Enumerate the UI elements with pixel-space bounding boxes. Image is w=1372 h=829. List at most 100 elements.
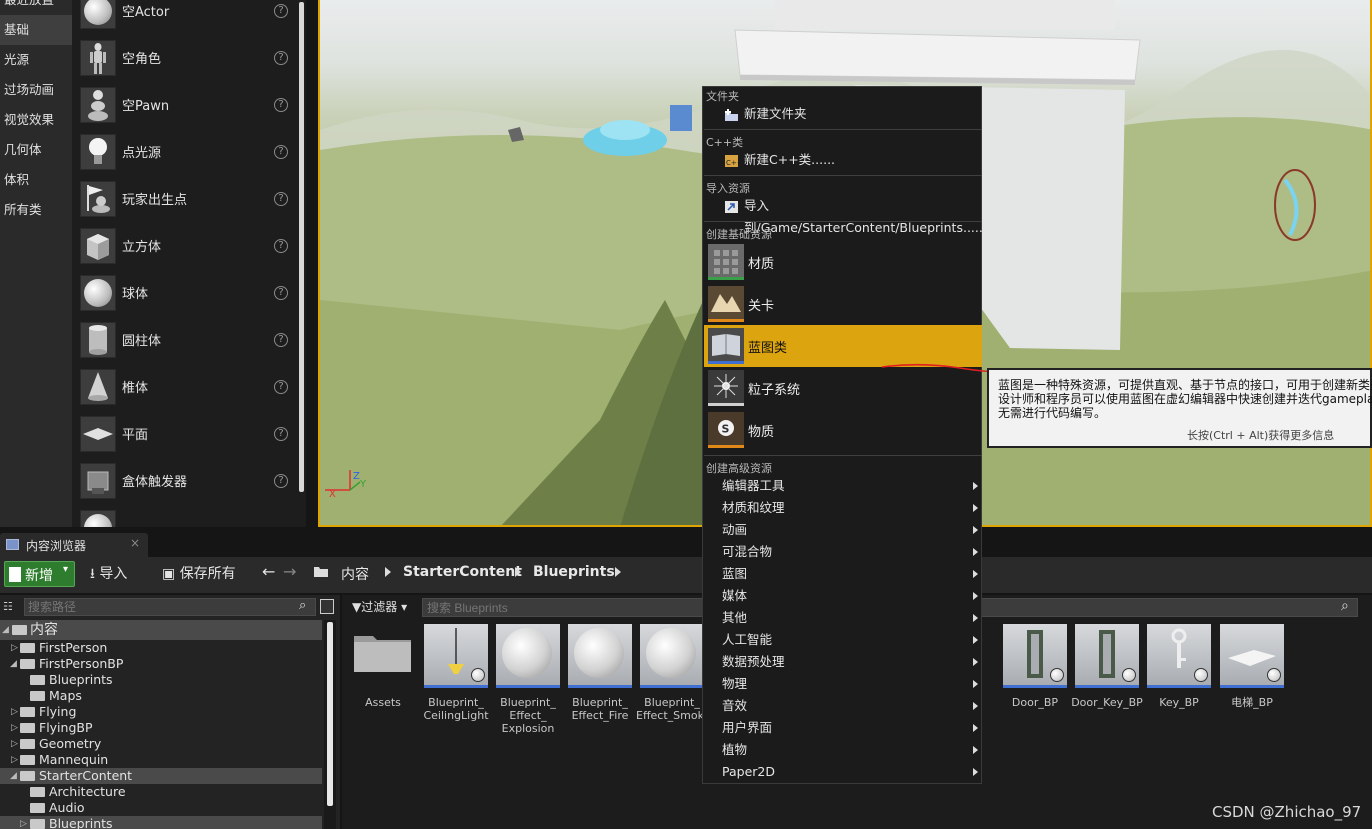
submenu-media[interactable]: 媒体 <box>704 585 982 607</box>
submenu-user-interface[interactable]: 用户界面 <box>704 717 982 739</box>
actor-item-cube[interactable]: 立方体 ? <box>72 223 294 270</box>
actor-item-sphere[interactable]: 球体 ? <box>72 270 294 317</box>
search-icon[interactable]: ⌕ <box>1341 598 1349 614</box>
filter-button[interactable]: ▼过滤器 ▾ <box>352 598 407 615</box>
back-button[interactable]: ← <box>262 562 275 584</box>
help-icon[interactable]: ? <box>274 427 288 441</box>
help-icon[interactable]: ? <box>274 192 288 206</box>
asset-tile[interactable]: Blueprint_ Effect_ Explosion <box>496 624 560 735</box>
submenu-blueprints[interactable]: 蓝图 <box>704 563 982 585</box>
import-button[interactable]: ⭳ 导入 <box>90 563 127 585</box>
asset-tile[interactable]: 电梯_BP <box>1220 624 1284 709</box>
panel-separator[interactable] <box>306 0 318 527</box>
help-icon[interactable]: ? <box>274 474 288 488</box>
actor-item-plane[interactable]: 平面 ? <box>72 411 294 458</box>
actor-item-player-start[interactable]: 玩家出生点 ? <box>72 176 294 223</box>
category-geometry[interactable]: 几何体 <box>0 135 72 165</box>
tree-item-flying[interactable]: ▷ Flying <box>0 704 322 720</box>
actor-item-box-trigger[interactable]: 盒体触发器 ? <box>72 458 294 505</box>
tree-item-audio[interactable]: Audio <box>0 800 322 816</box>
asset-tile[interactable]: Blueprint_ CeilingLight <box>423 624 489 722</box>
actor-item-empty-actor[interactable]: 空Actor ? <box>72 0 294 35</box>
tree-scrollbar[interactable] <box>324 620 336 829</box>
submenu-materials-textures[interactable]: 材质和纹理 <box>704 497 982 519</box>
collapsed-arrow-icon[interactable]: ▷ <box>11 704 18 720</box>
submenu-ai[interactable]: 人工智能 <box>704 629 982 651</box>
search-icon[interactable]: ⌕ <box>299 598 306 613</box>
tree-item-maps[interactable]: Maps <box>0 688 322 704</box>
help-icon[interactable]: ? <box>274 145 288 159</box>
help-icon[interactable]: ? <box>274 51 288 65</box>
add-new-button[interactable]: 新增 ▾ <box>4 561 75 587</box>
help-icon[interactable]: ? <box>274 333 288 347</box>
actor-item-cylinder[interactable]: 圆柱体 ? <box>72 317 294 364</box>
submenu-editor-utilities[interactable]: 编辑器工具 <box>704 475 982 497</box>
help-icon[interactable]: ? <box>274 4 288 18</box>
menu-item-import-to[interactable]: 导入到/Game/StarterContent/Blueprints...... <box>704 195 987 235</box>
collapsed-arrow-icon[interactable]: ▷ <box>11 736 18 752</box>
tree-item-architecture[interactable]: Architecture <box>0 784 322 800</box>
category-volumes[interactable]: 体积 <box>0 165 72 195</box>
expanded-arrow-icon[interactable]: ◢ <box>10 656 17 672</box>
expanded-arrow-icon[interactable]: ◢ <box>2 620 9 640</box>
breadcrumb-blueprints[interactable]: Blueprints <box>533 564 615 580</box>
menu-item-new-folder[interactable]: 新建文件夹 <box>704 103 982 125</box>
tab-content-browser[interactable]: 内容浏览器 × <box>0 533 148 557</box>
actor-list-scrollbar[interactable] <box>298 0 306 527</box>
tree-item-content[interactable]: ◢ 内容 <box>0 620 322 640</box>
actor-item-cone[interactable]: 椎体 ? <box>72 364 294 411</box>
tree-item-firstperson[interactable]: ▷ FirstPerson <box>0 640 322 656</box>
category-cinematic[interactable]: 过场动画 <box>0 75 72 105</box>
tree-item-mannequin[interactable]: ▷ Mannequin <box>0 752 322 768</box>
close-icon[interactable]: × <box>130 536 140 550</box>
help-icon[interactable]: ? <box>274 380 288 394</box>
breadcrumb-content[interactable]: 内容 <box>341 564 369 584</box>
asset-tile[interactable]: Key_BP <box>1147 624 1211 709</box>
view-options-icon[interactable] <box>320 599 334 614</box>
help-icon[interactable]: ? <box>274 239 288 253</box>
category-recent[interactable]: 最近放置 <box>0 0 72 15</box>
breadcrumb-startercontent[interactable]: StarterContent <box>403 564 522 580</box>
breadcrumb-arrow-icon[interactable] <box>515 567 521 577</box>
submenu-animation[interactable]: 动画 <box>704 519 982 541</box>
collapsed-arrow-icon[interactable]: ▷ <box>11 752 18 768</box>
actor-item-empty-pawn[interactable]: 空Pawn ? <box>72 82 294 129</box>
collapsed-arrow-icon[interactable]: ▷ <box>20 816 27 829</box>
asset-tile[interactable]: Door_BP <box>1003 624 1067 709</box>
actor-item-partial[interactable] <box>72 505 294 527</box>
menu-item-material[interactable]: 材质 <box>704 241 982 283</box>
tree-item-geometry[interactable]: ▷ Geometry <box>0 736 322 752</box>
collapsed-arrow-icon[interactable]: ▷ <box>11 720 18 736</box>
submenu-physics[interactable]: 物理 <box>704 673 982 695</box>
actor-item-empty-character[interactable]: 空角色 ? <box>72 35 294 82</box>
expanded-arrow-icon[interactable]: ◢ <box>10 768 17 784</box>
help-icon[interactable]: ? <box>274 286 288 300</box>
submenu-foliage[interactable]: 植物 <box>704 739 982 761</box>
category-lights[interactable]: 光源 <box>0 45 72 75</box>
submenu-sounds[interactable]: 音效 <box>704 695 982 717</box>
asset-tile[interactable]: Door_Key_BP <box>1071 624 1143 709</box>
submenu-paper2d[interactable]: Paper2D <box>704 761 982 783</box>
sources-toggle-icon[interactable]: ☷ <box>3 600 13 613</box>
save-all-button[interactable]: ▣ 保存所有 <box>162 563 236 585</box>
breadcrumb-arrow-icon[interactable] <box>615 567 621 577</box>
breadcrumb-arrow-icon[interactable] <box>385 567 391 577</box>
actor-item-point-light[interactable]: 点光源 ? <box>72 129 294 176</box>
asset-tile[interactable]: Blueprint_ Effect_Smoke <box>636 624 710 722</box>
category-basic[interactable]: 基础 <box>0 15 72 45</box>
asset-tile[interactable]: Blueprint_ Effect_Fire <box>568 624 632 722</box>
menu-item-new-cpp-class[interactable]: C++ 新建C++类...... <box>704 149 982 171</box>
tree-item-startercontent[interactable]: ◢ StarterContent <box>0 768 322 784</box>
collapsed-arrow-icon[interactable]: ▷ <box>11 640 18 656</box>
category-all-classes[interactable]: 所有类 <box>0 195 72 225</box>
tree-item-firstpersonbp[interactable]: ◢ FirstPersonBP <box>0 656 322 672</box>
path-search-input[interactable] <box>24 598 316 616</box>
menu-item-substance[interactable]: S 物质 <box>704 409 982 451</box>
submenu-blendables[interactable]: 可混合物 <box>704 541 982 563</box>
tree-item-blueprints-selected[interactable]: ▷ Blueprints <box>0 816 322 829</box>
submenu-miscellaneous[interactable]: 其他 <box>704 607 982 629</box>
tree-item-flyingbp[interactable]: ▷ FlyingBP <box>0 720 322 736</box>
menu-item-level[interactable]: 关卡 <box>704 283 982 325</box>
submenu-data-prep[interactable]: 数据预处理 <box>704 651 982 673</box>
category-visual-effects[interactable]: 视觉效果 <box>0 105 72 135</box>
